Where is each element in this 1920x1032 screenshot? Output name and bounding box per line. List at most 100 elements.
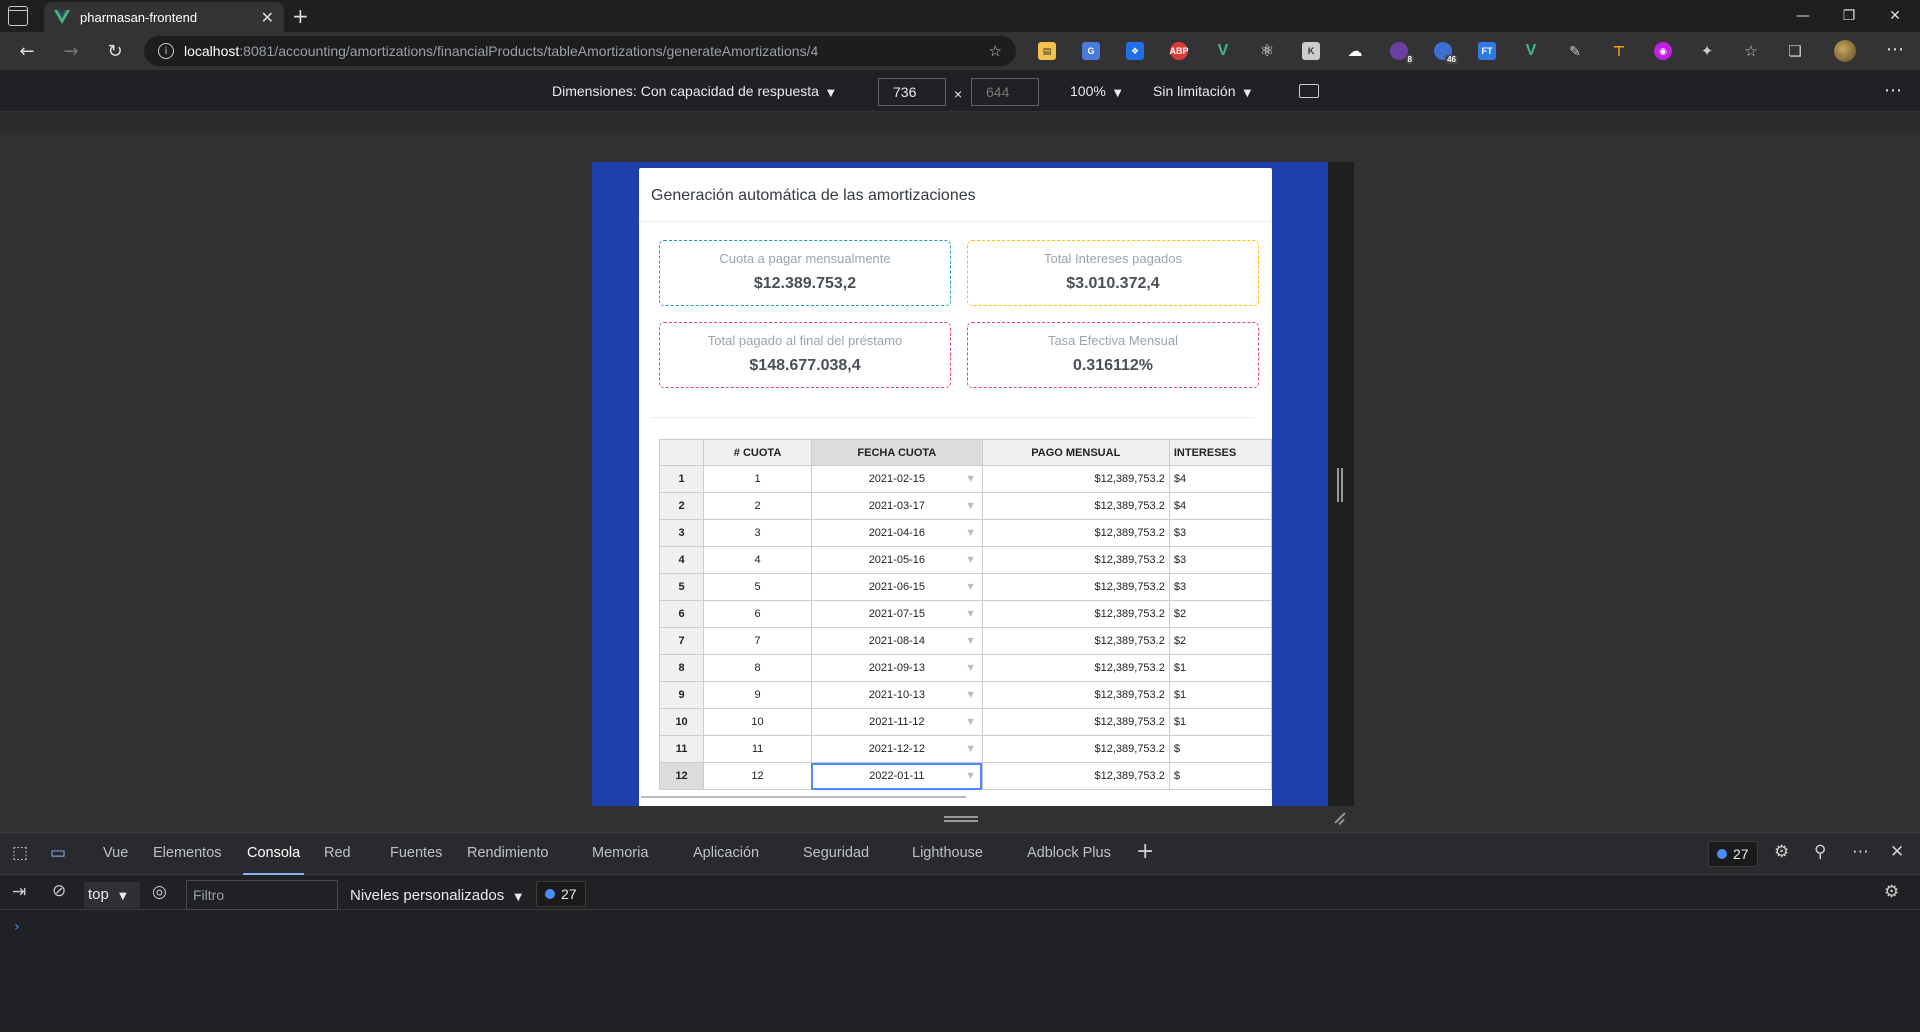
extensions-puzzle-icon[interactable]: ✦ <box>1698 42 1716 60</box>
cell-fecha[interactable]: 2021-08-14 ▼ <box>810 627 983 655</box>
cell-intereses[interactable]: $ <box>1168 735 1272 763</box>
cell-intereses[interactable]: $3 <box>1168 573 1272 601</box>
add-tab-icon[interactable]: + <box>1136 839 1154 864</box>
restore-button[interactable]: ❐ <box>1826 0 1872 32</box>
cell-cuota[interactable]: 2 <box>703 492 812 520</box>
resize-handle-corner[interactable] <box>1333 811 1347 825</box>
dropdown-arrow-icon[interactable]: ▼ <box>968 663 974 672</box>
row-header[interactable]: 1 <box>659 465 705 493</box>
table-row[interactable]: 8 8 2021-09-13 ▼ $12,389,753.2 $1 <box>659 654 1272 682</box>
row-header[interactable]: 12 <box>659 762 705 790</box>
console-message-counter[interactable]: 27 <box>536 881 586 907</box>
column-header-fecha[interactable]: FECHA CUOTA <box>810 439 983 466</box>
cell-intereses[interactable]: $1 <box>1168 708 1272 736</box>
resize-handle-bottom[interactable] <box>944 816 978 822</box>
row-header[interactable]: 2 <box>659 492 705 520</box>
live-expression-eye-icon[interactable]: ◎ <box>152 882 167 902</box>
dropdown-arrow-icon[interactable]: ▼ <box>968 474 974 483</box>
device-toolbar-more-icon[interactable]: ⋯ <box>1884 80 1902 101</box>
cell-intereses[interactable]: $3 <box>1168 546 1272 574</box>
favorites-icon[interactable]: ☆ <box>1742 42 1760 60</box>
row-header[interactable]: 9 <box>659 681 705 709</box>
extension-orange-icon[interactable]: ⊤ <box>1610 42 1628 60</box>
cell-pago[interactable]: $12,389,753.2 <box>981 519 1170 547</box>
cell-intereses[interactable]: $2 <box>1168 600 1272 628</box>
extension-vue-devtools-icon[interactable]: V <box>1214 42 1232 60</box>
row-header[interactable]: 6 <box>659 600 705 628</box>
cell-fecha[interactable]: 2021-11-12 ▼ <box>810 708 983 736</box>
cell-pago[interactable]: $12,389,753.2 <box>981 465 1170 493</box>
cell-intereses[interactable]: $ <box>1168 762 1272 790</box>
row-header[interactable]: 10 <box>659 708 705 736</box>
cell-fecha[interactable]: 2021-02-15 ▼ <box>810 465 983 493</box>
extension-notes-icon[interactable]: ▤ <box>1038 42 1056 60</box>
row-header[interactable]: 5 <box>659 573 705 601</box>
cell-cuota[interactable]: 11 <box>703 735 812 763</box>
cell-fecha[interactable]: 2021-10-13 ▼ <box>810 681 983 709</box>
extension-vue-icon[interactable]: V <box>1522 42 1540 60</box>
cell-cuota[interactable]: 5 <box>703 573 812 601</box>
devtools-tab-application[interactable]: Aplicación <box>693 845 759 861</box>
log-levels-dropdown[interactable]: Niveles personalizados ▼ <box>350 887 522 904</box>
new-tab-button[interactable]: + <box>292 4 309 28</box>
cell-fecha[interactable]: 2021-07-15 ▼ <box>810 600 983 628</box>
dropdown-arrow-icon[interactable]: ▼ <box>968 744 974 753</box>
cell-intereses[interactable]: $4 <box>1168 492 1272 520</box>
throttle-dropdown[interactable]: Sin limitación ▼ <box>1153 83 1251 99</box>
cell-pago[interactable]: $12,389,753.2 <box>981 492 1170 520</box>
cell-fecha[interactable]: 2021-04-16 ▼ <box>810 519 983 547</box>
clear-console-icon[interactable]: ⊘ <box>52 881 66 901</box>
horizontal-scrollbar[interactable] <box>641 796 966 798</box>
devtools-tab-memory[interactable]: Memoria <box>592 845 648 861</box>
cell-cuota[interactable]: 7 <box>703 627 812 655</box>
table-row[interactable]: 2 2 2021-03-17 ▼ $12,389,753.2 $4 <box>659 492 1272 520</box>
cell-cuota[interactable]: 9 <box>703 681 812 709</box>
dropdown-arrow-icon[interactable]: ▼ <box>968 609 974 618</box>
cell-intereses[interactable]: $3 <box>1168 519 1272 547</box>
console-filter-input[interactable]: Filtro <box>186 880 338 910</box>
console-settings-gear-icon[interactable]: ⚙ <box>1884 882 1899 902</box>
cell-fecha[interactable]: 2022-01-11 ▼ <box>810 762 983 790</box>
cell-cuota[interactable]: 8 <box>703 654 812 682</box>
context-select[interactable]: top ▼ <box>84 882 140 908</box>
table-row[interactable]: 5 5 2021-06-15 ▼ $12,389,753.2 $3 <box>659 573 1272 601</box>
table-row[interactable]: 11 11 2021-12-12 ▼ $12,389,753.2 $ <box>659 735 1272 763</box>
cell-intereses[interactable]: $1 <box>1168 681 1272 709</box>
console-prompt-icon[interactable]: › <box>14 919 20 935</box>
table-row[interactable]: 1 1 2021-02-15 ▼ $12,389,753.2 $4 <box>659 465 1272 493</box>
cell-pago[interactable]: $12,389,753.2 <box>981 762 1170 790</box>
row-header[interactable]: 7 <box>659 627 705 655</box>
dropdown-arrow-icon[interactable]: ▼ <box>968 582 974 591</box>
browser-menu-icon[interactable]: ⋯ <box>1886 39 1904 60</box>
width-input[interactable]: 736 <box>878 78 946 106</box>
dropdown-arrow-icon[interactable]: ▼ <box>968 717 974 726</box>
cell-intereses[interactable]: $1 <box>1168 654 1272 682</box>
devtools-tab-sources[interactable]: Fuentes <box>390 845 442 861</box>
cell-cuota[interactable]: 3 <box>703 519 812 547</box>
extension-blue-icon[interactable]: 46 <box>1434 42 1458 64</box>
cell-pago[interactable]: $12,389,753.2 <box>981 600 1170 628</box>
row-header[interactable]: 3 <box>659 519 705 547</box>
devtools-tab-security[interactable]: Seguridad <box>803 845 869 861</box>
zoom-dropdown[interactable]: 100% ▼ <box>1070 83 1122 99</box>
cell-fecha[interactable]: 2021-09-13 ▼ <box>810 654 983 682</box>
table-row[interactable]: 3 3 2021-04-16 ▼ $12,389,753.2 $3 <box>659 519 1272 547</box>
cell-fecha[interactable]: 2021-12-12 ▼ <box>810 735 983 763</box>
rotate-icon[interactable] <box>1299 84 1319 98</box>
extension-magenta-icon[interactable]: ◉ <box>1654 42 1672 60</box>
close-tab-icon[interactable]: ✕ <box>261 8 274 27</box>
devtools-tab-console[interactable]: Consola <box>242 845 305 875</box>
resize-handle-right[interactable] <box>1337 468 1343 502</box>
cell-cuota[interactable]: 6 <box>703 600 812 628</box>
cell-pago[interactable]: $12,389,753.2 <box>981 681 1170 709</box>
inspect-element-icon[interactable]: ⬚ <box>12 843 28 863</box>
extension-adblock-icon[interactable]: ABP <box>1170 42 1189 60</box>
extension-react-icon[interactable]: ⚛ <box>1258 42 1276 60</box>
cell-pago[interactable]: $12,389,753.2 <box>981 627 1170 655</box>
column-header-intereses[interactable]: INTERESES <box>1168 439 1272 466</box>
device-toggle-icon[interactable]: ▭ <box>50 843 66 863</box>
row-header[interactable]: 8 <box>659 654 705 682</box>
profile-avatar[interactable] <box>1834 40 1856 62</box>
extension-cloud-icon[interactable]: ☁ <box>1346 42 1364 60</box>
cell-pago[interactable]: $12,389,753.2 <box>981 654 1170 682</box>
